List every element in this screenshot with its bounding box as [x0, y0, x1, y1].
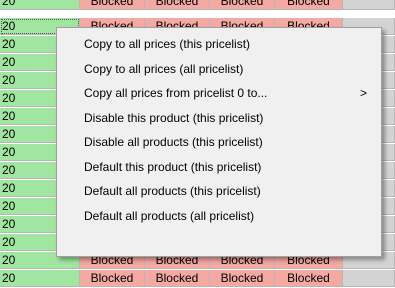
menu-item[interactable]: Default this product (this pricelist)	[57, 155, 381, 180]
menu-item[interactable]: Copy all prices from pricelist 0 to... >	[57, 81, 381, 106]
price-cell[interactable]: Blocked	[210, 0, 275, 10]
menu-item-label: Default this product (this pricelist)	[84, 159, 262, 174]
menu-item-label: Copy all prices from pricelist 0 to...	[84, 86, 268, 100]
menu-item-label: Default all products (all pricelist)	[84, 208, 255, 223]
price-cell[interactable]: Blocked	[275, 0, 343, 10]
empty-cell	[343, 0, 395, 10]
price-cell[interactable]: Blocked	[80, 0, 145, 10]
menu-item[interactable]: Disable this product (this pricelist)	[57, 106, 381, 131]
price-cell[interactable]: Blocked	[145, 0, 210, 10]
price-cell[interactable]: Blocked	[275, 270, 343, 287]
empty-cell	[343, 270, 395, 287]
price-cell[interactable]: Blocked	[210, 270, 275, 287]
menu-item-label: Disable all products (this pricelist)	[84, 135, 263, 149]
menu-item[interactable]: Copy to all prices (all pricelist)	[57, 57, 381, 82]
context-menu: Copy to all prices (this pricelist) Copy …	[56, 27, 382, 257]
menu-item[interactable]: Copy to all prices (this pricelist)	[57, 32, 381, 57]
quantity-cell[interactable]: 20	[0, 0, 80, 10]
menu-item-label: Copy to all prices (all pricelist)	[84, 61, 244, 76]
price-cell[interactable]: Blocked	[145, 270, 210, 287]
quantity-cell[interactable]: 20	[0, 270, 80, 287]
chevron-right-icon: >	[359, 86, 367, 100]
menu-item[interactable]: Default all products (this pricelist)	[57, 179, 381, 204]
price-cell[interactable]: Blocked	[80, 270, 145, 287]
menu-item-label: Copy to all prices (this pricelist)	[84, 37, 251, 51]
menu-item[interactable]: Default all products (all pricelist)	[57, 204, 381, 229]
menu-item-label: Disable this product (this pricelist)	[84, 110, 264, 125]
menu-item[interactable]: Disable all products (this pricelist)	[57, 130, 381, 155]
menu-item-label: Default all products (this pricelist)	[84, 184, 261, 198]
